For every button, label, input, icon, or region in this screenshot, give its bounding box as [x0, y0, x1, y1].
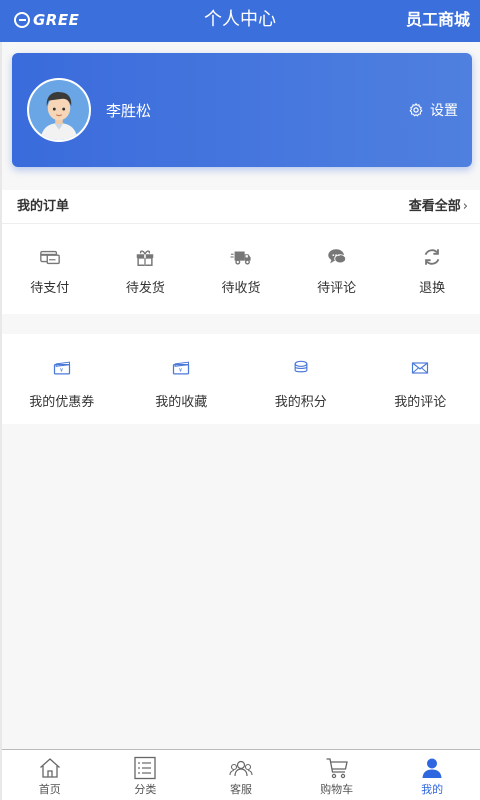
orders-section: 我的订单 查看全部 › 待支付 待发货 待收货 待评论 退换 — [2, 190, 480, 314]
tab-label: 首页 — [38, 783, 61, 796]
services-icon-row: ¥ 我的优惠券 ¥ 我的收藏 我的积分 我的评论 — [2, 334, 480, 410]
my-favorites[interactable]: ¥ 我的收藏 — [122, 358, 242, 410]
username: 李胜松 — [106, 102, 152, 120]
order-pending-shipment[interactable]: 待发货 — [98, 246, 194, 296]
view-all-orders-link[interactable]: 查看全部 › — [409, 190, 468, 224]
tab-categories[interactable]: 分类 — [98, 750, 194, 800]
tab-customer-service[interactable]: 客服 — [193, 750, 289, 800]
coins-icon — [294, 360, 308, 373]
chevron-right-icon: › — [462, 199, 468, 214]
mail-icon — [412, 362, 429, 374]
tab-home[interactable]: 首页 — [2, 750, 98, 800]
order-returns[interactable]: 退换 — [384, 246, 480, 296]
order-item-label: 退换 — [419, 281, 446, 296]
order-item-label: 待评论 — [317, 281, 357, 296]
tab-label: 购物车 — [320, 783, 354, 796]
order-pending-payment[interactable]: 待支付 — [2, 246, 98, 296]
service-item-label: 我的评论 — [394, 395, 447, 410]
bottom-nav: 首页 分类 客服 购物车 我的 — [2, 749, 480, 800]
home-icon — [39, 758, 60, 778]
view-all-label: 查看全部 — [408, 199, 461, 214]
gear-icon — [409, 103, 423, 117]
services-section: ¥ 我的优惠券 ¥ 我的收藏 我的积分 我的评论 — [2, 334, 480, 424]
order-item-label: 待收货 — [221, 281, 261, 296]
tab-label: 分类 — [134, 783, 157, 796]
settings-label: 设置 — [430, 103, 458, 119]
refresh-icon — [424, 249, 440, 265]
customer-service-icon — [229, 760, 253, 777]
chat-icon — [327, 249, 346, 264]
favorites-icon: ¥ — [173, 361, 190, 375]
orders-icon-row: 待支付 待发货 待收货 待评论 退换 — [2, 224, 480, 296]
employee-mall-link[interactable]: 员工商城 — [406, 0, 470, 40]
truck-icon — [230, 251, 251, 265]
profile-card: 李胜松 设置 — [12, 53, 472, 167]
my-points[interactable]: 我的积分 — [241, 358, 361, 410]
orders-title: 我的订单 — [17, 199, 70, 214]
orders-header: 我的订单 查看全部 › — [2, 190, 480, 224]
service-item-label: 我的优惠券 — [29, 395, 95, 410]
avatar-icon — [29, 80, 89, 140]
service-item-label: 我的积分 — [274, 395, 327, 410]
order-pending-receipt[interactable]: 待收货 — [193, 246, 289, 296]
user-icon — [422, 758, 442, 778]
cart-icon — [326, 758, 348, 779]
list-icon — [134, 756, 157, 780]
tab-cart[interactable]: 购物车 — [289, 750, 385, 800]
top-bar: GREE 个人中心 员工商城 — [0, 0, 480, 42]
service-item-label: 我的收藏 — [155, 395, 208, 410]
my-coupons[interactable]: ¥ 我的优惠券 — [2, 358, 122, 410]
order-pending-review[interactable]: 待评论 — [289, 246, 385, 296]
tab-me[interactable]: 我的 — [384, 750, 480, 800]
order-item-label: 待发货 — [125, 281, 165, 296]
order-item-label: 待支付 — [30, 281, 70, 296]
svg-text:¥: ¥ — [179, 368, 182, 374]
avatar[interactable] — [27, 78, 91, 142]
gift-icon — [137, 250, 154, 266]
svg-text:¥: ¥ — [60, 368, 63, 374]
tab-label: 我的 — [421, 783, 444, 796]
tab-label: 客服 — [229, 783, 252, 796]
settings-button[interactable]: 设置 — [408, 100, 458, 120]
my-reviews[interactable]: 我的评论 — [361, 358, 480, 410]
coupon-icon: ¥ — [53, 361, 70, 375]
card-icon — [39, 250, 60, 265]
